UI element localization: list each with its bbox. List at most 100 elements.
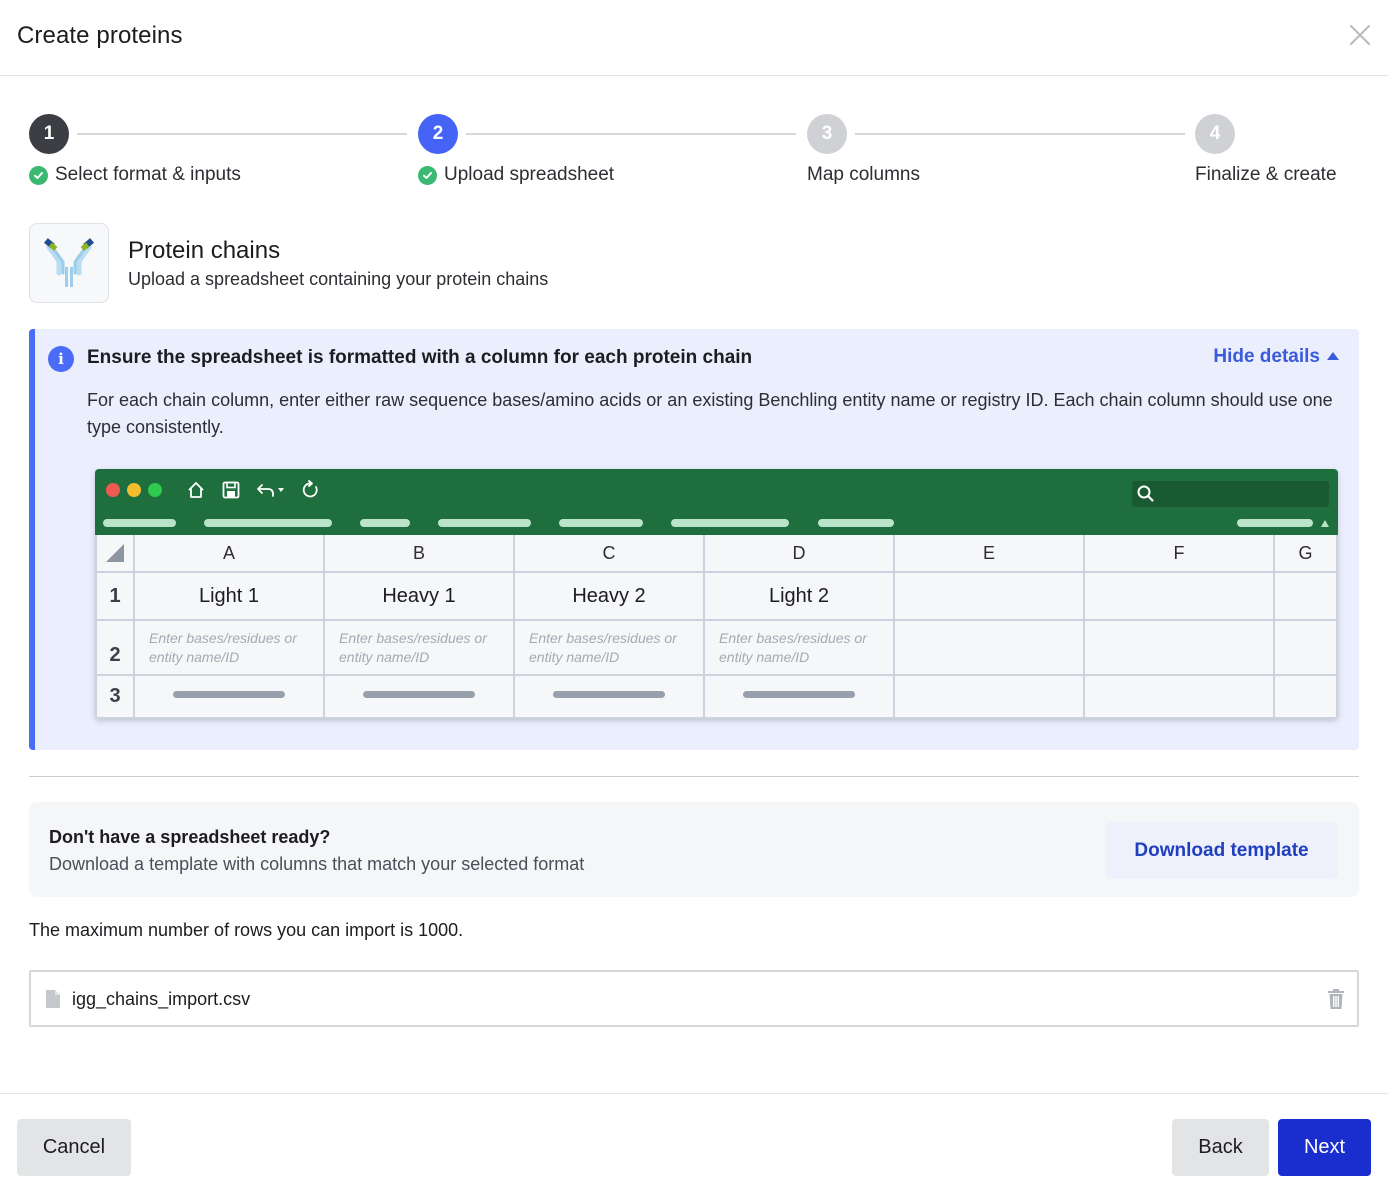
trash-icon[interactable]	[1326, 988, 1346, 1010]
caret-up-icon	[1327, 351, 1339, 360]
column-header: C	[515, 535, 705, 573]
select-all-icon	[106, 544, 124, 562]
empty-cell	[1275, 621, 1338, 676]
ribbon-tab	[360, 519, 410, 527]
step-label-text: Map columns	[807, 164, 920, 185]
format-subtitle: Upload a spreadsheet containing your pro…	[128, 269, 549, 289]
search-icon	[1137, 485, 1154, 502]
corner-cell	[95, 535, 135, 573]
dialog-header: Create proteins	[0, 0, 1388, 76]
empty-cell	[895, 621, 1085, 676]
file-name: igg_chains_import.csv	[72, 989, 251, 1009]
template-card: Don't have a spreadsheet ready? Download…	[29, 802, 1359, 897]
step-connector	[466, 133, 796, 135]
step-label-text: Select format & inputs	[55, 164, 241, 185]
spreadsheet-toolbar	[95, 469, 1338, 535]
step-number: 4	[1195, 114, 1235, 154]
step-label-text: Upload spreadsheet	[444, 164, 615, 185]
window-minimize-dot	[127, 483, 141, 497]
hide-details-label: Hide details	[1213, 346, 1320, 367]
refresh-icon	[302, 480, 318, 498]
step-label: Map columns	[807, 164, 920, 186]
template-title: Don't have a spreadsheet ready?	[49, 827, 331, 847]
placeholder-cell: Enter bases/residues or entity name/ID	[515, 621, 705, 676]
callout-heading: Ensure the spreadsheet is formatted with…	[87, 347, 753, 368]
ribbon-tab	[671, 519, 789, 527]
step-connector	[77, 133, 407, 135]
value-placeholder-cell	[705, 676, 895, 719]
spreadsheet-illustration: A B C D E F G 1 Light 1 Heavy 1 Heavy 2 …	[95, 469, 1338, 719]
ribbon-tab	[818, 519, 894, 527]
close-icon[interactable]	[1345, 20, 1375, 50]
step-label: Finalize & create	[1195, 164, 1337, 186]
value-placeholder-line	[363, 691, 475, 698]
step-label: Upload spreadsheet	[418, 164, 614, 186]
cancel-button[interactable]: Cancel	[17, 1119, 131, 1176]
download-template-button[interactable]: Download template	[1105, 822, 1338, 879]
caret-up-icon	[1321, 520, 1329, 527]
info-icon: i	[48, 346, 74, 372]
empty-cell	[895, 676, 1085, 719]
antibody-icon	[29, 223, 109, 303]
value-placeholder-line	[173, 691, 285, 698]
check-icon	[418, 165, 437, 185]
next-button[interactable]: Next	[1278, 1119, 1371, 1176]
callout-description: For each chain column, enter either raw …	[87, 390, 1333, 437]
step-label: Select format & inputs	[29, 164, 241, 186]
ribbon-tab	[103, 519, 176, 527]
back-button[interactable]: Back	[1172, 1119, 1269, 1176]
empty-cell	[1085, 676, 1275, 719]
template-subtitle: Download a template with columns that ma…	[49, 854, 585, 874]
row-header: 1	[95, 573, 135, 621]
window-maximize-dot	[148, 483, 162, 497]
chain-header-cell: Heavy 1	[325, 573, 515, 621]
row-header: 2	[95, 621, 135, 676]
window-close-dot	[106, 483, 120, 497]
empty-cell	[1085, 621, 1275, 676]
placeholder-cell: Enter bases/residues or entity name/ID	[325, 621, 515, 676]
format-info-callout: i Ensure the spreadsheet is formatted wi…	[29, 329, 1359, 750]
hide-details-toggle[interactable]: Hide details	[1213, 346, 1339, 368]
empty-cell	[1275, 573, 1338, 621]
column-header: G	[1275, 535, 1338, 573]
empty-cell	[1085, 573, 1275, 621]
column-header: F	[1085, 535, 1275, 573]
spreadsheet-search	[1132, 481, 1329, 507]
placeholder-cell: Enter bases/residues or entity name/ID	[705, 621, 895, 676]
empty-cell	[895, 573, 1085, 621]
chain-header-cell: Light 2	[705, 573, 895, 621]
value-placeholder-line	[743, 691, 855, 698]
empty-cell	[1275, 676, 1338, 719]
column-header: A	[135, 535, 325, 573]
value-placeholder-cell	[325, 676, 515, 719]
ribbon-tab	[204, 519, 332, 527]
ribbon-tab	[1237, 519, 1313, 527]
value-placeholder-cell	[135, 676, 325, 719]
value-placeholder-line	[553, 691, 665, 698]
chain-header-cell: Heavy 2	[515, 573, 705, 621]
step-number: 3	[807, 114, 847, 154]
dialog-footer: Cancel Back Next	[0, 1093, 1388, 1198]
column-header: E	[895, 535, 1085, 573]
step-number: 1	[29, 114, 69, 154]
chain-header-cell: Light 1	[135, 573, 325, 621]
undo-icon	[257, 484, 284, 497]
save-icon	[222, 481, 240, 499]
row-header: 3	[95, 676, 135, 719]
ribbon-tab	[438, 519, 531, 527]
file-icon	[46, 990, 60, 1008]
max-rows-note: The maximum number of rows you can impor…	[29, 920, 464, 940]
home-icon	[188, 482, 204, 498]
ribbon-tab	[559, 519, 643, 527]
spreadsheet-grid: A B C D E F G 1 Light 1 Heavy 1 Heavy 2 …	[95, 535, 1338, 719]
format-title: Protein chains	[128, 237, 281, 264]
uploaded-file: igg_chains_import.csv	[29, 970, 1359, 1027]
placeholder-cell: Enter bases/residues or entity name/ID	[135, 621, 325, 676]
section-divider	[29, 776, 1359, 777]
value-placeholder-cell	[515, 676, 705, 719]
step-connector	[855, 133, 1185, 135]
step-number: 2	[418, 114, 458, 154]
step-label-text: Finalize & create	[1195, 164, 1337, 185]
column-header: D	[705, 535, 895, 573]
column-header: B	[325, 535, 515, 573]
